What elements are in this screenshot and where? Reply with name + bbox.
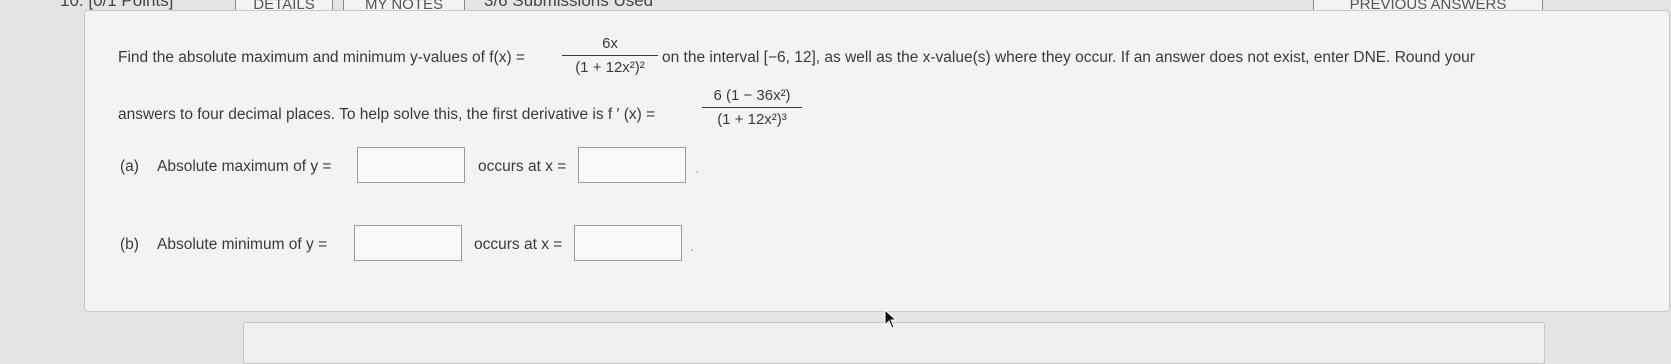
part-a-text: Absolute maximum of y = xyxy=(157,158,332,175)
question-text-line1-suffix: on the interval [−6, 12], as well as the… xyxy=(662,49,1475,66)
period-mark: . xyxy=(695,160,700,177)
derivative-fraction: 6 (1 − 36x²) (1 + 12x²)³ xyxy=(702,87,802,128)
mouse-cursor-icon xyxy=(884,309,898,329)
part-a-x-input[interactable] xyxy=(578,147,686,183)
part-a-y-input[interactable] xyxy=(357,147,465,183)
question-text-line2-prefix: answers to four decimal places. To help … xyxy=(118,106,656,123)
function-fraction: 6x (1 + 12x²)² xyxy=(562,35,658,76)
question-text-line1-prefix: Find the absolute maximum and minimum y-… xyxy=(118,49,526,66)
derivative-denominator: (1 + 12x²)³ xyxy=(717,111,787,128)
period-mark: . xyxy=(690,238,695,255)
part-b-y-input[interactable] xyxy=(354,225,462,261)
function-denominator: (1 + 12x²)² xyxy=(575,59,645,76)
part-b-label: (b) xyxy=(120,236,139,253)
part-b-occurs-text: occurs at x = xyxy=(474,236,563,253)
part-b-x-input[interactable] xyxy=(574,225,682,261)
part-a-label: (a) xyxy=(120,158,139,175)
function-numerator: 6x xyxy=(602,35,618,52)
fraction-bar xyxy=(702,107,802,108)
derivative-numerator: 6 (1 − 36x²) xyxy=(713,87,791,104)
part-b-text: Absolute minimum of y = xyxy=(157,236,328,253)
part-a-occurs-text: occurs at x = xyxy=(478,158,567,175)
fraction-bar xyxy=(562,55,658,56)
